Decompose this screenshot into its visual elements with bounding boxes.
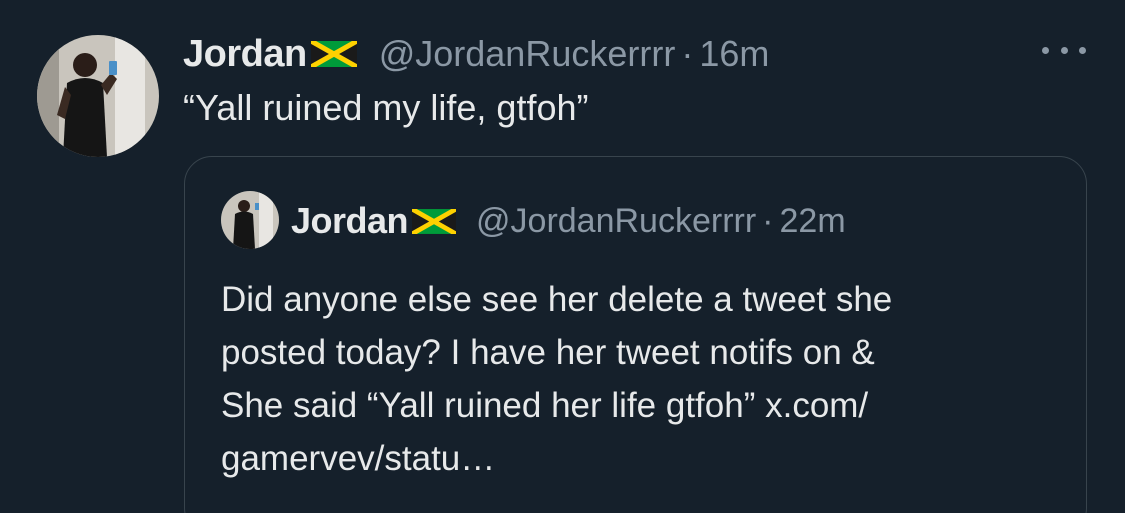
quoted-avatar[interactable] [221,191,279,249]
avatar[interactable] [37,35,159,157]
separator-dot: · [681,33,694,74]
author-name[interactable]: Jordan [183,33,307,76]
quoted-author-handle: @JordanRuckerrrr [476,201,757,240]
more-dot [1060,46,1068,54]
more-horizontal-icon[interactable] [1042,38,1086,62]
timestamp[interactable]: 16m [699,33,769,75]
jamaica-flag-icon [310,41,357,67]
more-dot [1079,46,1086,54]
quoted-timestamp: 22m [779,201,846,240]
tweet[interactable]: Jordan @JordanRuckerrrr · 16m “Yall ruin… [0,0,1125,513]
separator-dot: · [762,201,774,240]
quoted-text-line: posted today? I have her tweet notifs on… [221,333,875,372]
more-dot [1042,46,1049,54]
tweet-text: “Yall ruined my life, gtfoh” [183,87,589,128]
quoted-author-name: Jordan [291,200,409,241]
quoted-text-line: gamervev/statu… [221,439,496,478]
quoted-tweet-header: Jordan @JordanRuckerrrr · 22m [291,195,846,247]
quoted-tweet[interactable]: Jordan @JordanRuckerrrr · 22m Did anyone… [184,156,1087,513]
jamaica-flag-icon [412,208,457,234]
quoted-text-line: She said “Yall ruined her life gtfoh” x.… [221,386,869,425]
tweet-header: Jordan @JordanRuckerrrr · 16m [183,28,769,80]
avatar-photo [37,35,159,157]
quoted-text-line: Did anyone else see her delete a tweet s… [221,280,893,319]
quoted-avatar-photo [221,191,279,249]
author-handle[interactable]: @JordanRuckerrrr [379,33,676,75]
quoted-tweet-text: Did anyone else see her delete a tweet s… [221,273,1071,485]
